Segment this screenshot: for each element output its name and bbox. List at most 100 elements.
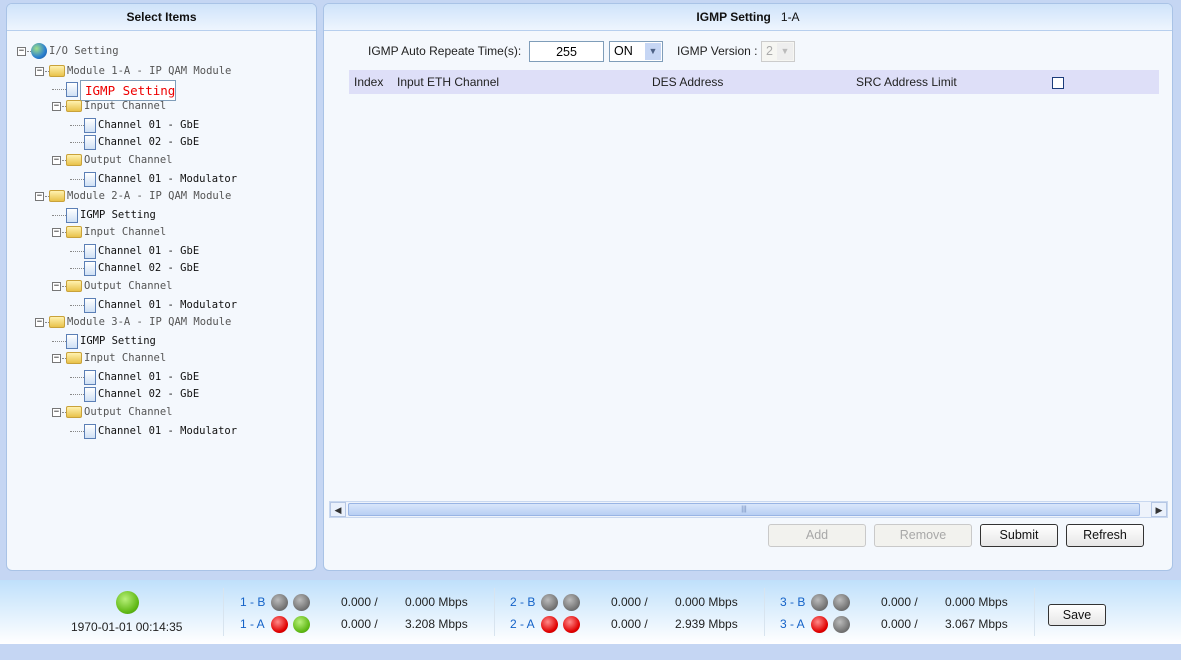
tree-connector xyxy=(70,430,84,432)
divider xyxy=(1034,588,1035,636)
collapse-toggle-icon[interactable]: − xyxy=(35,191,44,201)
tree-item[interactable]: Channel 02 - GbE xyxy=(70,385,199,403)
tree-item[interactable]: Channel 01 - GbE xyxy=(70,368,199,386)
tree-item[interactable]: − Output Channel xyxy=(52,277,173,295)
tree-item[interactable]: − I/O Setting xyxy=(17,42,119,60)
horizontal-scrollbar[interactable]: ◀ ||| ▶ xyxy=(329,501,1168,518)
collapse-toggle-icon[interactable]: − xyxy=(35,317,44,327)
tree-item[interactable]: − Input Channel xyxy=(52,97,166,115)
status-bar: 1970-01-01 00:14:35 1 - B 0.000 / 0.000 Mb… xyxy=(0,580,1181,644)
tree-item[interactable]: Channel 01 - GbE xyxy=(70,116,199,134)
tree-item[interactable]: IGMP Setting xyxy=(52,332,156,350)
select-all-checkbox[interactable] xyxy=(1052,77,1064,89)
collapse-toggle-icon[interactable]: − xyxy=(52,281,61,291)
folder-icon xyxy=(66,154,82,166)
tree-item-label: Module 1-A - IP QAM Module xyxy=(67,65,232,77)
remove-button[interactable]: Remove xyxy=(874,524,972,547)
status-led-icon xyxy=(541,594,558,611)
repeat-time-input[interactable] xyxy=(529,41,604,62)
status-led-icon xyxy=(293,594,310,611)
divider xyxy=(494,588,495,636)
repeat-mode-select[interactable]: ON ▼ xyxy=(609,41,663,62)
tree-item-label: Output Channel xyxy=(84,154,173,166)
folder-icon xyxy=(66,406,82,418)
tree-connector xyxy=(52,214,66,216)
doc-icon xyxy=(84,423,96,439)
input-rate: 0.000 / xyxy=(341,595,378,609)
tree-item-label: Output Channel xyxy=(84,406,173,418)
tree-item[interactable]: − Input Channel xyxy=(52,223,166,241)
tree-item-label: IGMP Setting xyxy=(80,209,156,221)
doc-icon xyxy=(84,243,96,259)
version-label: IGMP Version : xyxy=(677,44,758,58)
module-port-label: 1 - A xyxy=(240,617,265,631)
add-button[interactable]: Add xyxy=(768,524,866,547)
tree-item[interactable]: − Output Channel xyxy=(52,151,173,169)
status-led-icon xyxy=(833,594,850,611)
doc-icon xyxy=(84,171,96,187)
divider xyxy=(223,588,224,636)
collapse-toggle-icon[interactable]: − xyxy=(52,155,61,165)
tree-item[interactable]: − Module 3-A - IP QAM Module xyxy=(35,313,231,331)
output-rate: 3.208 Mbps xyxy=(405,617,468,631)
tree-item[interactable]: Channel 01 - Modulator xyxy=(70,422,237,440)
tree-item-label: Channel 01 - GbE xyxy=(98,245,200,257)
tree-item[interactable]: Channel 02 - GbE xyxy=(70,133,199,151)
submit-button[interactable]: Submit xyxy=(980,524,1058,547)
output-rate: 2.939 Mbps xyxy=(675,617,738,631)
collapse-toggle-icon[interactable]: − xyxy=(17,46,26,56)
status-led-icon xyxy=(563,594,580,611)
tree-item[interactable]: − Input Channel xyxy=(52,349,166,367)
tree-item-label: Module 3-A - IP QAM Module xyxy=(67,316,232,328)
collapse-toggle-icon[interactable]: − xyxy=(35,66,44,76)
status-led-icon xyxy=(811,616,828,633)
tree-item-label: I/O Setting xyxy=(49,45,119,57)
divider xyxy=(764,588,765,636)
panel-title: IGMP Setting xyxy=(696,10,771,24)
tree-item-label: Module 2-A - IP QAM Module xyxy=(67,190,232,202)
tree-item[interactable]: − Module 2-A - IP QAM Module xyxy=(35,187,231,205)
input-rate: 0.000 / xyxy=(611,595,648,609)
scroll-left-icon[interactable]: ◀ xyxy=(330,502,346,517)
doc-icon xyxy=(66,207,78,223)
collapse-toggle-icon[interactable]: − xyxy=(52,353,61,363)
system-status-led xyxy=(116,591,139,614)
collapse-toggle-icon[interactable]: − xyxy=(52,227,61,237)
doc-icon xyxy=(84,369,96,385)
version-select: 2 ▼ xyxy=(761,41,795,62)
tree-item[interactable]: Channel 02 - GbE xyxy=(70,259,199,277)
globe-icon xyxy=(31,43,47,59)
module-port-label: 2 - A xyxy=(510,617,535,631)
tree-item-label: Channel 01 - Modulator xyxy=(98,299,238,311)
tree-item[interactable]: − Output Channel xyxy=(52,403,173,421)
tree-connector xyxy=(52,88,66,90)
module-port-label: 2 - B xyxy=(510,595,536,609)
tree-connector xyxy=(70,267,84,269)
scroll-thumb[interactable]: ||| xyxy=(348,503,1140,516)
collapse-toggle-icon[interactable]: − xyxy=(52,101,61,111)
tree-connector xyxy=(70,393,84,395)
igmp-setting-panel: IGMP Setting 1-A IGMP Auto Repeate Time(… xyxy=(323,3,1173,571)
tree-item[interactable]: IGMP Setting xyxy=(52,80,177,101)
collapse-toggle-icon[interactable]: − xyxy=(52,407,61,417)
refresh-button[interactable]: Refresh xyxy=(1066,524,1144,547)
doc-icon xyxy=(84,134,96,150)
tree-item[interactable]: IGMP Setting xyxy=(52,206,156,224)
folder-icon xyxy=(49,65,65,77)
doc-icon xyxy=(66,81,78,97)
folder-icon xyxy=(66,100,82,112)
folder-icon xyxy=(66,352,82,364)
tree-item[interactable]: Channel 01 - GbE xyxy=(70,242,199,260)
status-led-icon xyxy=(833,616,850,633)
scroll-right-icon[interactable]: ▶ xyxy=(1151,502,1167,517)
input-rate: 0.000 / xyxy=(881,617,918,631)
input-rate: 0.000 / xyxy=(611,617,648,631)
tree-item-label: Input Channel xyxy=(84,352,167,364)
tree-item[interactable]: Channel 01 - Modulator xyxy=(70,296,237,314)
chevron-down-icon: ▼ xyxy=(645,43,661,60)
tree-item[interactable]: − Module 1-A - IP QAM Module xyxy=(35,62,231,80)
output-rate: 0.000 Mbps xyxy=(405,595,468,609)
tree-item[interactable]: Channel 01 - Modulator xyxy=(70,170,237,188)
save-button[interactable]: Save xyxy=(1048,604,1106,626)
tree-item-label: Channel 01 - Modulator xyxy=(98,425,238,437)
